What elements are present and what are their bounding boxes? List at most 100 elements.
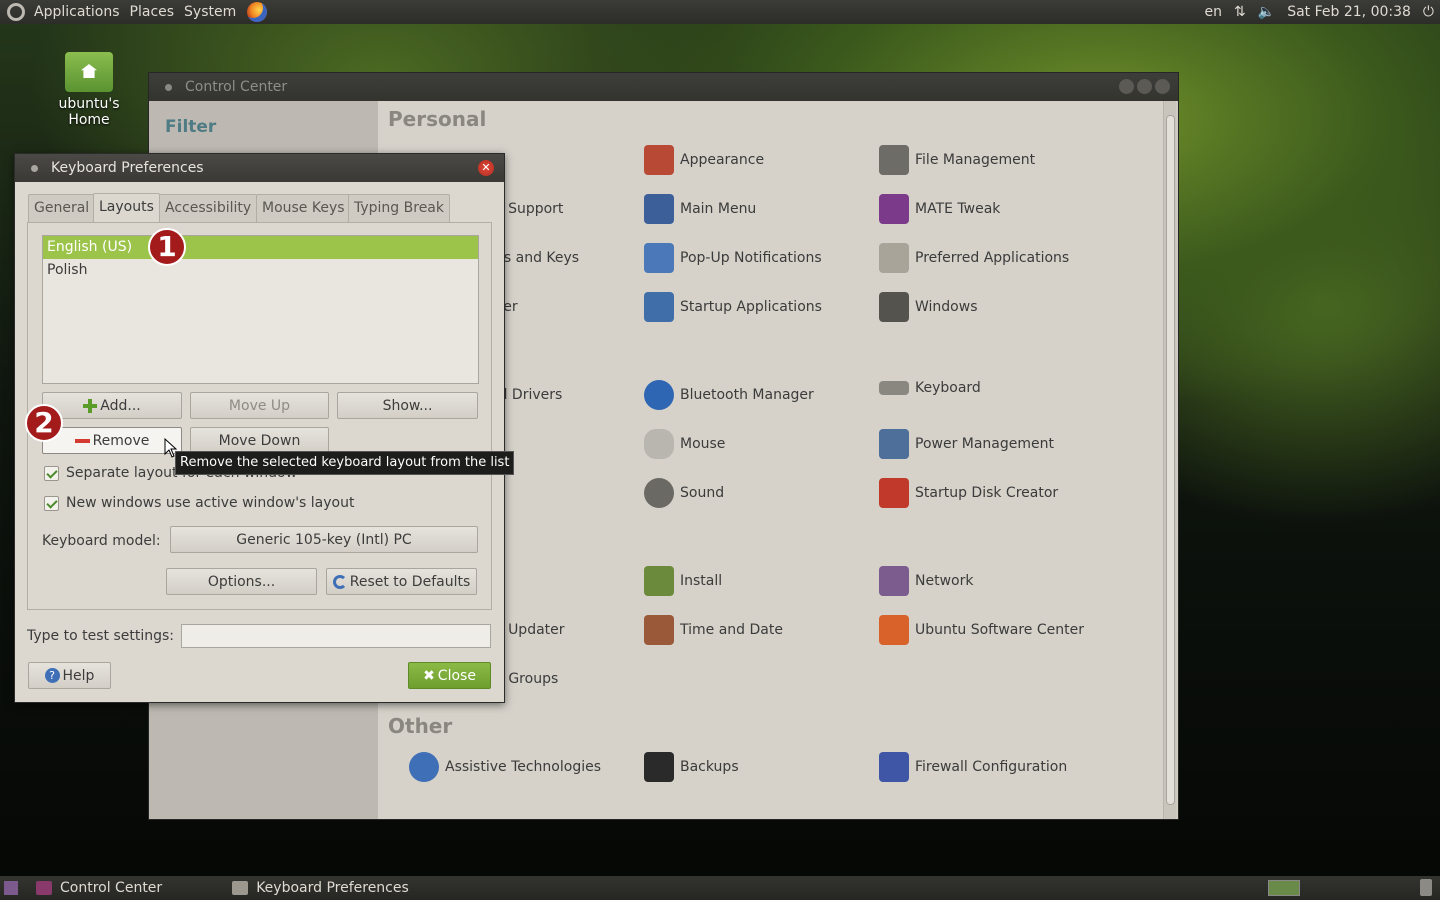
cc-item-appearance[interactable]: Appearance (644, 145, 764, 175)
cc-item-install[interactable]: Install (644, 566, 722, 596)
mouse-icon (644, 429, 674, 459)
cc-item-label: Startup Applications (680, 299, 822, 315)
notifications-icon (644, 243, 674, 273)
taskbar-keyboard-preferences[interactable]: Keyboard Preferences (222, 876, 419, 900)
cc-item-popup-notifications[interactable]: Pop-Up Notifications (644, 243, 822, 273)
menu-system[interactable]: System (179, 4, 241, 20)
cc-item-startup-disk-creator[interactable]: Startup Disk Creator (879, 478, 1058, 508)
cc-item-firewall-configuration[interactable]: Firewall Configuration (879, 752, 1067, 782)
cc-item-label: Keyboard (915, 380, 981, 396)
checkbox-checked-icon (44, 495, 59, 511)
tab-general[interactable]: General (28, 194, 96, 222)
options-button[interactable]: Options... (166, 568, 317, 595)
kb-close-icon[interactable]: ✕ (478, 160, 494, 176)
show-button[interactable]: Show... (337, 392, 478, 419)
keyboard-model-label: Keyboard model: (42, 533, 161, 549)
cc-item-windows[interactable]: Windows (879, 292, 978, 322)
network-icon[interactable]: ⇅ (1234, 4, 1246, 20)
reset-icon (332, 574, 347, 589)
cc-item-hidden-2[interactable]: e Support (495, 201, 563, 217)
cc-item-label: Install (680, 573, 723, 589)
home-folder-icon (65, 52, 113, 92)
software-center-icon (879, 615, 909, 645)
tab-typing-break[interactable]: Typing Break (348, 194, 450, 222)
cc-item-main-menu[interactable]: Main Menu (644, 194, 756, 224)
cc-item-label: Windows (915, 299, 978, 315)
install-icon (644, 566, 674, 596)
startup-applications-icon (644, 292, 674, 322)
close-icon: ✖ (423, 667, 435, 684)
minimize-button[interactable] (1119, 79, 1134, 94)
cc-item-sound[interactable]: Sound (644, 478, 724, 508)
cc-item-power-management[interactable]: Power Management (879, 429, 1054, 459)
clock[interactable]: Sat Feb 21, 00:38 (1287, 4, 1411, 20)
taskbar-control-center[interactable]: Control Center (26, 876, 172, 900)
window-menu-icon[interactable] (31, 164, 38, 172)
keyboard-indicator[interactable]: en (1205, 4, 1223, 20)
cc-item-preferred-applications[interactable]: Preferred Applications (879, 243, 1069, 273)
network-icon (879, 566, 909, 596)
cc-item-startup-applications[interactable]: Startup Applications (644, 292, 822, 322)
reset-to-defaults-button[interactable]: Reset to Defaults (326, 568, 477, 595)
cc-item-ubuntu-software-center[interactable]: Ubuntu Software Center (879, 615, 1084, 645)
scrollbar-thumb[interactable] (1166, 115, 1175, 805)
keyboard-model-button[interactable]: Generic 105-key (Intl) PC (170, 526, 478, 553)
show-desktop-icon[interactable] (4, 881, 18, 895)
cc-item-mouse[interactable]: Mouse (644, 429, 725, 459)
maximize-button[interactable] (1137, 79, 1152, 94)
trash-icon[interactable] (1420, 879, 1432, 896)
tab-layouts[interactable]: Layouts (93, 193, 160, 223)
remove-button[interactable]: Remove (42, 427, 182, 454)
close-button[interactable] (1155, 79, 1170, 94)
test-settings-input[interactable] (181, 624, 491, 648)
cc-item-label: Bluetooth Manager (680, 387, 814, 403)
add-button-label: Add... (100, 397, 141, 414)
cc-item-hidden-3[interactable]: ds and Keys (495, 250, 579, 266)
tab-accessibility[interactable]: Accessibility (159, 194, 258, 222)
firefox-launcher-icon[interactable] (247, 2, 268, 22)
volume-icon[interactable]: 🔈 (1258, 4, 1275, 20)
move-up-button[interactable]: Move Up (190, 392, 329, 419)
annotation-badge-1: 1 (148, 228, 186, 266)
move-down-button[interactable]: Move Down (190, 427, 329, 454)
ubuntu-logo-icon[interactable] (7, 3, 25, 21)
new-windows-layout-checkbox[interactable]: New windows use active window's layout (44, 495, 354, 511)
cc-item-keyboard[interactable]: Keyboard (879, 380, 981, 396)
tab-mouse-keys[interactable]: Mouse Keys (256, 194, 351, 222)
file-management-icon (879, 145, 909, 175)
backups-icon (644, 752, 674, 782)
cc-item-file-management[interactable]: File Management (879, 145, 1035, 175)
cc-item-label: Firewall Configuration (915, 759, 1068, 775)
menu-applications[interactable]: Applications (29, 4, 125, 20)
add-button[interactable]: Add... (42, 392, 182, 419)
cc-item-time-and-date[interactable]: Time and Date (644, 615, 783, 645)
cc-item-network[interactable]: Network (879, 566, 973, 596)
cc-item-mate-tweak[interactable]: MATE Tweak (879, 194, 1000, 224)
cc-item-hidden-5[interactable]: al Drivers (495, 387, 562, 403)
layout-row-polish[interactable]: Polish (43, 259, 478, 282)
close-button[interactable]: ✖ Close (408, 662, 491, 689)
firewall-icon (879, 752, 909, 782)
menu-places[interactable]: Places (125, 4, 180, 20)
cc-item-label: Startup Disk Creator (915, 485, 1059, 501)
cc-scrollbar[interactable] (1163, 101, 1176, 819)
cc-item-backups[interactable]: Backups (644, 752, 739, 782)
filter-title: Filter (165, 117, 217, 137)
cc-item-label: Ubuntu Software Center (915, 622, 1084, 638)
power-icon[interactable]: ⏻ (1423, 4, 1434, 20)
kb-titlebar[interactable]: Keyboard Preferences (15, 154, 504, 182)
window-menu-icon[interactable] (165, 83, 172, 91)
cc-item-hidden-6[interactable]: e Updater (495, 622, 565, 638)
cc-item-label: Time and Date (680, 622, 783, 638)
layout-row-english-us[interactable]: English (US) (43, 236, 478, 259)
help-button[interactable]: ? Help (28, 662, 111, 689)
desktop-home-icon[interactable]: ubuntu's Home (36, 52, 142, 128)
top-panel: Applications Places System en ⇅ 🔈 Sat Fe… (0, 0, 1440, 24)
bluetooth-icon (644, 380, 674, 410)
help-icon: ? (44, 668, 60, 683)
workspace-switcher[interactable] (1268, 880, 1300, 896)
cc-item-assistive-technologies[interactable]: Assistive Technologies (409, 752, 601, 782)
layout-list[interactable]: English (US) Polish (42, 235, 479, 384)
cc-titlebar[interactable]: Control Center (149, 73, 1178, 101)
cc-item-bluetooth-manager[interactable]: Bluetooth Manager (644, 380, 814, 410)
